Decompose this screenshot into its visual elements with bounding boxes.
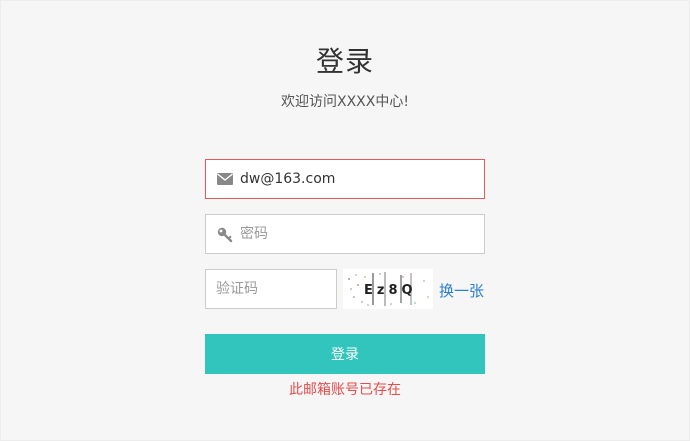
captcha-text: Ez8Q [364,283,417,298]
page-subtitle: 欢迎访问XXXX中心! [281,94,409,110]
captcha-image[interactable]: Ez8Q [343,269,433,309]
password-field[interactable] [205,214,485,254]
error-message: 此邮箱账号已存在 [289,382,401,398]
page-title: 登录 [315,45,374,78]
key-icon [217,227,233,243]
password-input[interactable] [240,215,476,253]
email-input[interactable] [240,160,476,198]
captcha-input[interactable] [205,269,337,309]
login-button[interactable]: 登录 [205,334,485,374]
change-captcha-link[interactable]: 换一张 [439,280,484,301]
envelope-icon [217,173,233,185]
email-field[interactable] [205,159,485,199]
